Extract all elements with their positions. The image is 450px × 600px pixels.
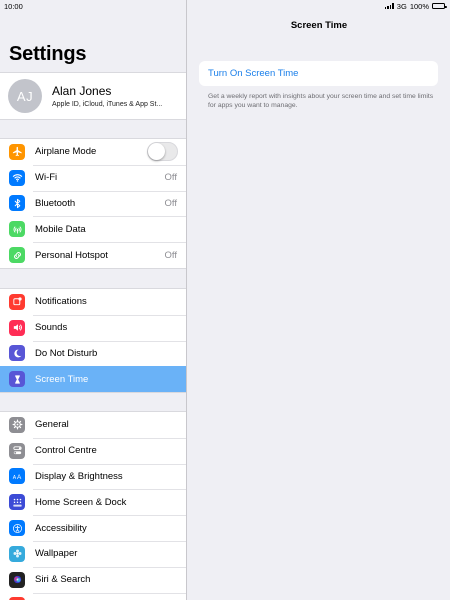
notifications-icon [9,293,25,310]
sidebar-item-label: Do Not Disturb [35,347,98,359]
flower-icon [9,545,25,562]
accessibility-icon [9,520,25,537]
sidebar-item-wallpaper[interactable]: Wallpaper [0,540,186,567]
sidebar-item-label: Accessibility [35,522,87,534]
svg-text:A: A [17,474,22,481]
sidebar-item-label: Airplane Mode [35,146,97,158]
sidebar-item-label: Wi-Fi [35,172,58,184]
sidebar-item-accessibility[interactable]: Accessibility [0,515,186,541]
battery-percent: 100% [409,1,429,11]
svg-text:A: A [12,475,16,481]
settings-sidebar[interactable]: Settings AJ Alan Jones Apple ID, iCloud,… [0,0,187,600]
sidebar-item-display-brightness[interactable]: AA Display & Brightness [0,463,186,490]
sidebar-item-label: Personal Hotspot [35,249,108,261]
sidebar-item-label: Notifications [35,296,87,308]
airplane-icon [9,143,25,160]
settings-group-device: General Control Centre AA Display & Brig… [0,411,186,600]
wifi-icon [9,169,25,186]
hourglass-icon [9,371,25,388]
battery-icon [432,3,447,9]
sidebar-item-personal-hotspot[interactable]: Personal Hotspot Off [0,242,186,268]
page-title: Screen Time [290,20,348,31]
profile-name: Alan Jones [52,84,112,98]
hotspot-status: Off [164,249,178,261]
network-type: 3G [396,1,407,11]
sidebar-item-sounds[interactable]: Sounds [0,314,186,341]
sidebar-item-label: Screen Time [35,373,89,385]
sidebar-item-label: Control Centre [35,445,97,457]
sidebar-item-partial[interactable] [0,592,186,600]
bluetooth-status: Off [164,197,178,209]
signal-icon [384,3,394,9]
sidebar-title: Settings [9,43,87,65]
airplane-mode-toggle[interactable] [147,142,178,162]
status-bar: 10:00 3G 100% [0,0,450,12]
hotspot-icon [9,247,25,264]
siri-icon [9,571,25,588]
sidebar-item-airplane-mode[interactable]: Airplane Mode [0,139,186,165]
bluetooth-icon [9,195,25,212]
sidebar-item-label: Siri & Search [35,574,91,586]
sidebar-item-label: Mobile Data [35,223,86,235]
sidebar-item-label: Bluetooth [35,197,76,209]
status-time: 10:00 [4,1,23,11]
sidebar-item-control-centre[interactable]: Control Centre [0,437,186,464]
gear-icon [9,416,25,433]
sidebar-item-label: General [35,419,69,431]
settings-group-connectivity: Airplane Mode Wi-Fi Off Bluetooth Off Mo… [0,138,186,269]
sidebar-item-home-screen-dock[interactable]: Home Screen & Dock [0,489,186,515]
antenna-icon [9,221,25,238]
profile-subtitle: Apple ID, iCloud, iTunes & App St... [52,101,163,108]
sidebar-item-label: Home Screen & Dock [35,496,127,508]
detail-pane: Screen Time Turn On Screen Time Get a we… [188,0,450,600]
sidebar-item-label: Display & Brightness [35,470,123,482]
sidebar-item-wifi[interactable]: Wi-Fi Off [0,164,186,191]
sidebar-item-siri-search[interactable]: Siri & Search [0,566,186,593]
settings-group-alerts: Notifications Sounds Do Not Disturb Scre… [0,288,186,394]
sidebar-item-do-not-disturb[interactable]: Do Not Disturb [0,340,186,367]
apple-id-profile[interactable]: AJ Alan Jones Apple ID, iCloud, iTunes &… [0,72,186,120]
text-size-icon: AA [9,468,25,485]
sidebar-item-label: Wallpaper [35,548,78,560]
sidebar-item-general[interactable]: General [0,412,186,438]
screen-time-description: Get a weekly report with insights about … [208,93,434,110]
sidebar-item-label: Sounds [35,322,68,334]
sidebar-item-bluetooth[interactable]: Bluetooth Off [0,190,186,217]
switches-icon [9,442,25,459]
wifi-status: Off [164,172,178,184]
turn-on-screen-time-label: Turn On Screen Time [208,68,299,79]
turn-on-screen-time-button[interactable]: Turn On Screen Time [199,61,438,86]
grid-icon [9,494,25,511]
sidebar-item-notifications[interactable]: Notifications [0,289,186,315]
sidebar-item-mobile-data[interactable]: Mobile Data [0,216,186,242]
speaker-icon [9,319,25,336]
avatar: AJ [8,79,42,113]
moon-icon [9,345,25,362]
sidebar-item-screen-time[interactable]: Screen Time [0,366,186,393]
